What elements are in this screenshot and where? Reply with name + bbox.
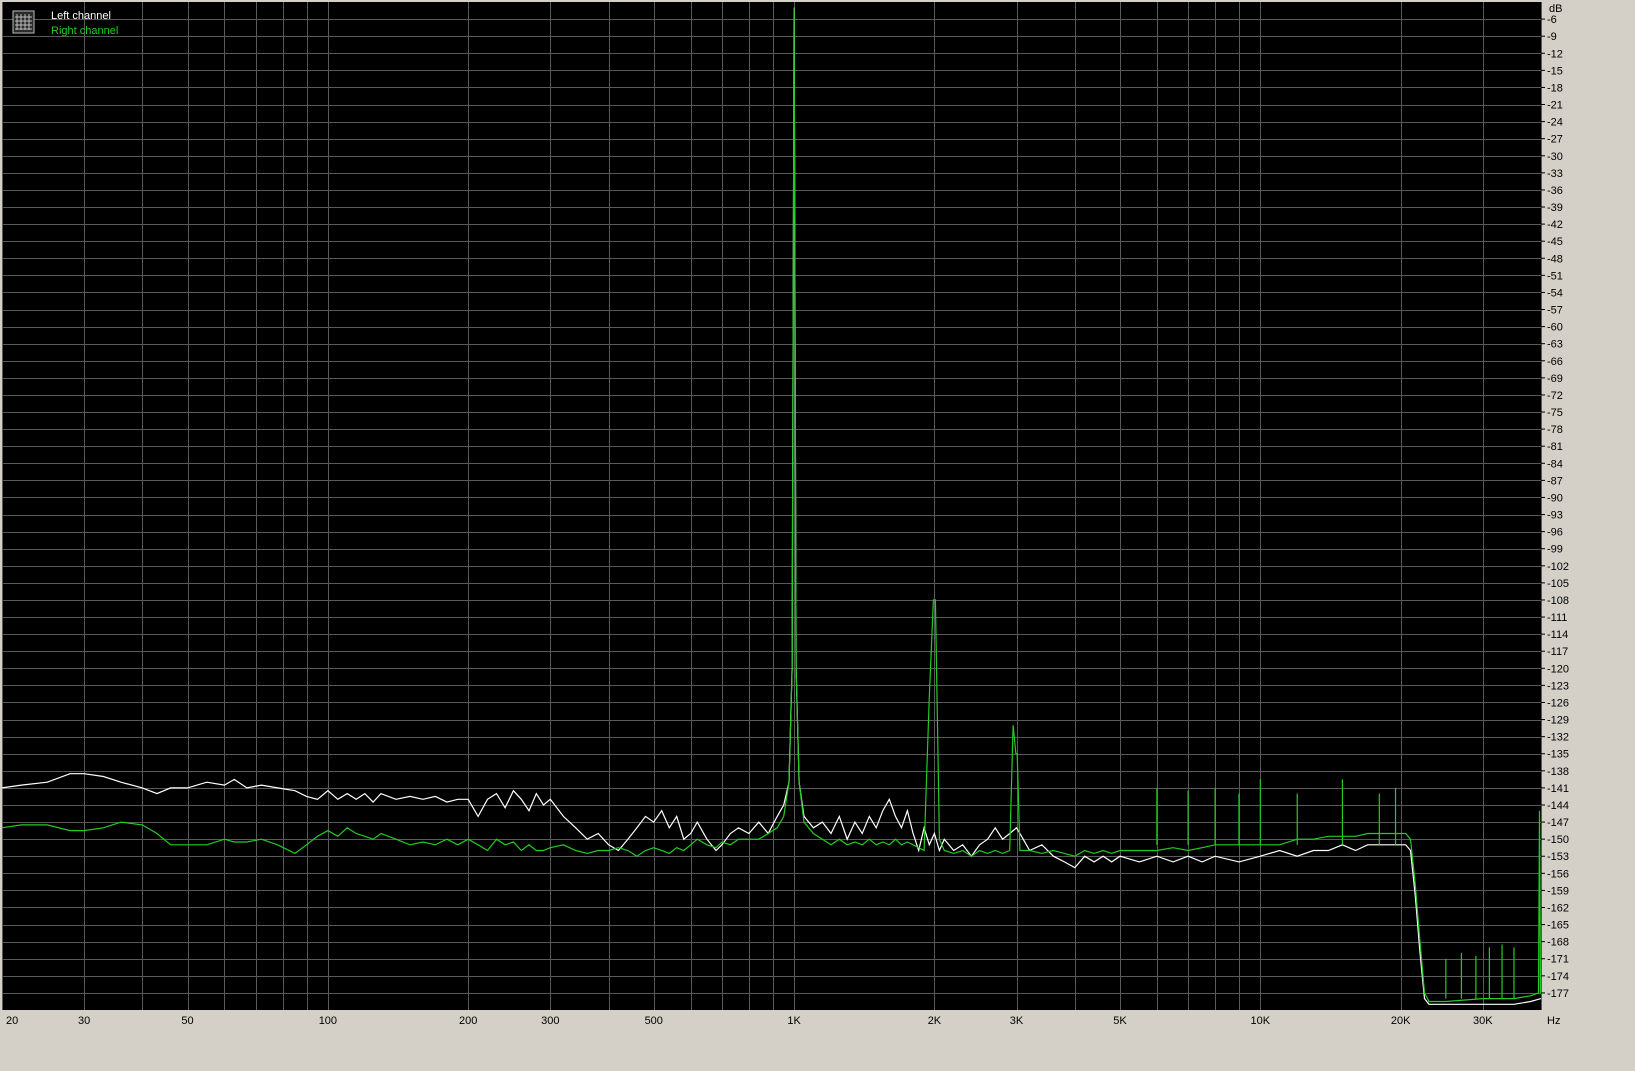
- y-tick-label: -72: [1547, 390, 1563, 402]
- y-tick-label: -63: [1547, 339, 1563, 351]
- y-tick-label: -33: [1547, 168, 1563, 180]
- y-tick-label: -93: [1547, 510, 1563, 522]
- chart-svg: -6 -9 -12 -15 -18 -21 -24 -27 -30 -33 -36 -39 -42 -45…: [0, 0, 1635, 1071]
- legend-left-channel: Left channel: [51, 10, 111, 22]
- y-tick-label: -69: [1547, 373, 1563, 385]
- y-tick-label: -42: [1547, 219, 1563, 231]
- x-tick-label: 200: [459, 1015, 477, 1027]
- x-tick-label: 20: [6, 1015, 18, 1027]
- y-tick-label: -141: [1547, 783, 1569, 795]
- y-tick-label: -36: [1547, 185, 1563, 197]
- y-tick-label: -102: [1547, 561, 1569, 573]
- y-tick-label: -162: [1547, 902, 1569, 914]
- y-tick-label: -12: [1547, 48, 1563, 60]
- y-tick-label: -84: [1547, 458, 1563, 470]
- grid-toggle-button[interactable]: [12, 10, 35, 34]
- y-tick-label: -135: [1547, 749, 1569, 761]
- x-tick-label: 1K: [787, 1015, 801, 1027]
- x-tick-label: 3K: [1010, 1015, 1024, 1027]
- plot-area: [2, 2, 1541, 1010]
- y-tick-label: -9: [1547, 31, 1557, 43]
- x-tick-label: 10K: [1251, 1015, 1271, 1027]
- y-tick-label: -21: [1547, 100, 1563, 112]
- y-tick-label: -81: [1547, 441, 1563, 453]
- y-tick-label: -96: [1547, 527, 1563, 539]
- y-tick-label: -171: [1547, 954, 1569, 966]
- y-tick-label: -18: [1547, 82, 1563, 94]
- y-tick-label: -144: [1547, 800, 1569, 812]
- y-tick-label: -87: [1547, 475, 1563, 487]
- y-tick-label: -6: [1547, 14, 1557, 26]
- legend-right-channel: Right channel: [51, 25, 118, 37]
- y-tick-label: -120: [1547, 663, 1569, 675]
- x-tick-label: 50: [181, 1015, 193, 1027]
- y-tick-label: -159: [1547, 885, 1569, 897]
- y-tick-label: -24: [1547, 117, 1563, 129]
- y-tick-label: -99: [1547, 544, 1563, 556]
- y-tick-label: -177: [1547, 988, 1569, 1000]
- y-tick-label: -45: [1547, 236, 1563, 248]
- x-tick-label: 300: [541, 1015, 559, 1027]
- y-tick-label: -174: [1547, 971, 1569, 983]
- y-tick-label: -165: [1547, 920, 1569, 932]
- y-tick-label: -108: [1547, 595, 1569, 607]
- y-tick-label: -123: [1547, 680, 1569, 692]
- x-tick-label: 30K: [1473, 1015, 1493, 1027]
- y-tick-label: -132: [1547, 732, 1569, 744]
- y-tick-label: -30: [1547, 151, 1563, 163]
- y-tick-label: -105: [1547, 578, 1569, 590]
- y-tick-label: -138: [1547, 766, 1569, 778]
- y-tick-label: -15: [1547, 65, 1563, 77]
- y-tick-label: -117: [1547, 646, 1568, 658]
- y-tick-label: -39: [1547, 202, 1563, 214]
- y-tick-label: -66: [1547, 356, 1563, 368]
- y-tick-label: -27: [1547, 134, 1563, 146]
- y-tick-label: -129: [1547, 715, 1569, 727]
- y-tick-label: -48: [1547, 253, 1563, 265]
- y-tick-label: -78: [1547, 424, 1563, 436]
- x-tick-label: 100: [319, 1015, 337, 1027]
- y-tick-label: -111: [1547, 612, 1567, 624]
- x-tick-label: 30: [78, 1015, 90, 1027]
- y-tick-label: -156: [1547, 868, 1569, 880]
- x-tick-label: 2K: [928, 1015, 942, 1027]
- spectrum-chart: -6 -9 -12 -15 -18 -21 -24 -27 -30 -33 -36 -39 -42 -45…: [0, 0, 1635, 1071]
- y-tick-label: -75: [1547, 407, 1563, 419]
- x-tick-label: 500: [645, 1015, 663, 1027]
- y-axis-unit-label: dB: [1549, 3, 1562, 15]
- y-tick-label: -126: [1547, 697, 1569, 709]
- y-tick-label: -57: [1547, 305, 1563, 317]
- y-tick-label: -114: [1547, 629, 1568, 641]
- y-tick-label: -90: [1547, 492, 1563, 504]
- x-tick-label: 5K: [1113, 1015, 1127, 1027]
- y-tick-label: -147: [1547, 817, 1569, 829]
- y-tick-label: -168: [1547, 937, 1569, 949]
- y-tick-label: -54: [1547, 287, 1563, 299]
- y-tick-label: -150: [1547, 834, 1569, 846]
- y-tick-label: -60: [1547, 322, 1563, 334]
- x-tick-label: 20K: [1391, 1015, 1411, 1027]
- y-tick-label: -51: [1547, 270, 1563, 282]
- y-tick-label: -153: [1547, 851, 1569, 863]
- grid-toggle-frame: [12, 10, 35, 34]
- x-axis-unit-label: Hz: [1547, 1015, 1560, 1027]
